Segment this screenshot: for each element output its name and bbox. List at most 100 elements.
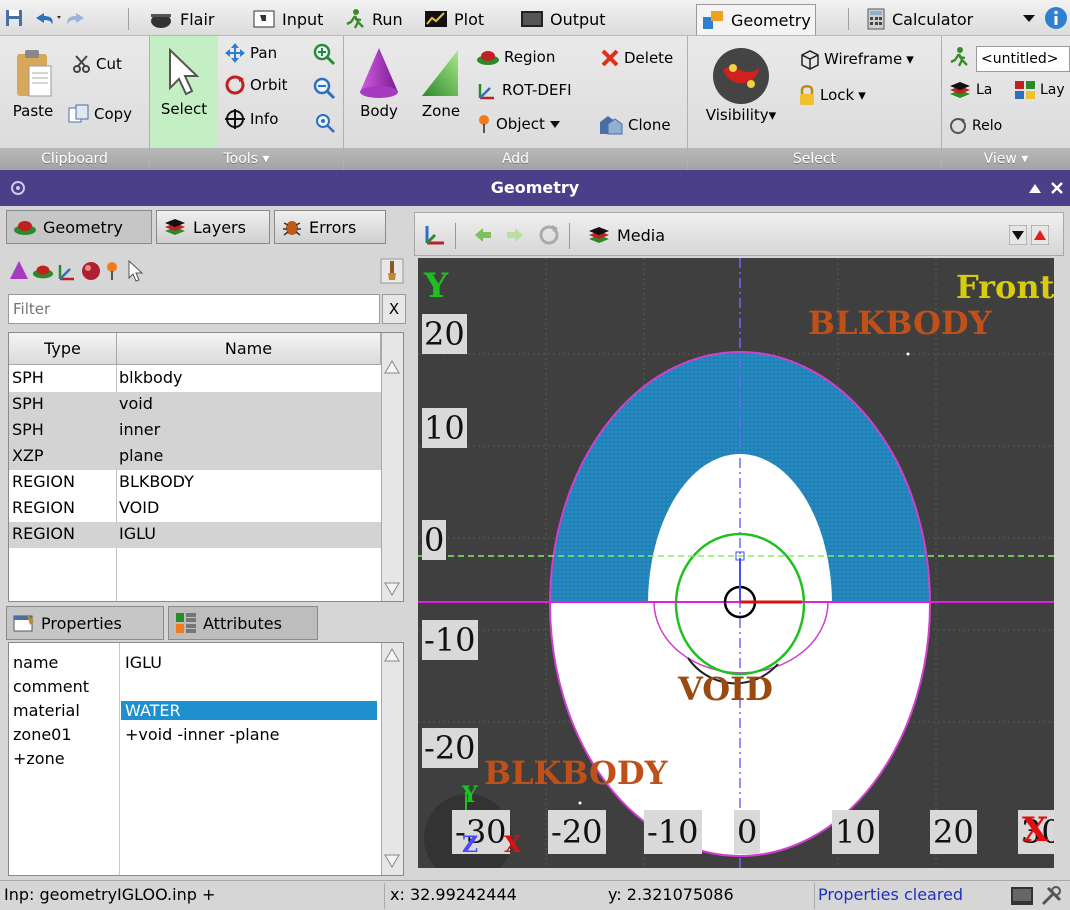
- undo-button[interactable]: [30, 6, 64, 30]
- properties-scrollbar[interactable]: [381, 643, 403, 875]
- info-button[interactable]: Info: [224, 108, 278, 130]
- paste-button[interactable]: Paste: [4, 46, 62, 120]
- tab-attributes[interactable]: Attributes: [168, 606, 318, 640]
- visibility-dropdown[interactable]: Visibility▾: [696, 46, 786, 124]
- body-filter-icon[interactable]: [8, 260, 30, 282]
- arrow-left-icon[interactable]: [473, 225, 493, 245]
- table-row[interactable]: XZP plane: [9, 444, 381, 470]
- untitled-combo[interactable]: <untitled>: [976, 46, 1070, 72]
- property-row[interactable]: comment: [13, 677, 383, 701]
- save-button[interactable]: [4, 6, 24, 30]
- property-value[interactable]: WATER: [121, 701, 377, 720]
- table-row[interactable]: REGION IGLU: [9, 522, 381, 548]
- point-marker: [906, 352, 910, 356]
- tab-plot[interactable]: Plot: [420, 5, 488, 33]
- scroll-up-icon[interactable]: [384, 647, 400, 663]
- layer-colors-button[interactable]: Lay: [1014, 80, 1065, 100]
- zoom-out-button[interactable]: [312, 76, 336, 100]
- y-tick-label: -10: [422, 620, 478, 660]
- filter-clear-button[interactable]: X: [382, 294, 406, 324]
- arrow-right-icon[interactable]: [505, 225, 525, 245]
- rotation-axes-icon[interactable]: [56, 260, 78, 282]
- table-scrollbar[interactable]: [381, 333, 403, 601]
- region-button[interactable]: Region: [476, 48, 555, 66]
- property-row[interactable]: +zone: [13, 749, 383, 773]
- lock-dropdown[interactable]: Lock ▾: [798, 84, 866, 106]
- scroll-up-icon[interactable]: [384, 359, 400, 375]
- wireframe-dropdown[interactable]: Wireframe ▾: [798, 48, 914, 70]
- tools-menu[interactable]: Tools ▾: [150, 148, 343, 170]
- ribbon-menu-dropdown[interactable]: [1022, 6, 1036, 30]
- clone-button[interactable]: Clone: [598, 114, 671, 136]
- column-header-type[interactable]: Type: [9, 333, 117, 365]
- layer-selector[interactable]: Media: [587, 221, 1027, 249]
- object-pin-icon[interactable]: [104, 260, 120, 282]
- region-filter-icon[interactable]: [32, 260, 54, 282]
- pan-button[interactable]: Pan: [224, 42, 277, 64]
- properties-panel: name IGLU comment material WATER zone01 +vo…: [8, 642, 404, 876]
- chevron-down-icon[interactable]: [1009, 225, 1027, 245]
- viewport-panel: Media Y Front BLKBODY VOID BLKBODY 20 10…: [414, 212, 1064, 877]
- tab-errors[interactable]: Errors: [274, 210, 386, 244]
- select-button[interactable]: Select: [150, 36, 218, 148]
- view-menu[interactable]: View ▾: [942, 148, 1070, 170]
- table-row[interactable]: SPH void: [9, 392, 381, 418]
- column-header-name[interactable]: Name: [117, 333, 381, 365]
- geometry-table: Type Name SPH blkbody SPH void SPH inner XZ…: [8, 332, 404, 602]
- delete-button[interactable]: Delete: [600, 48, 673, 68]
- help-button[interactable]: [1044, 6, 1068, 30]
- sphere-filter-icon[interactable]: [80, 260, 102, 282]
- scroll-down-icon[interactable]: [384, 581, 400, 597]
- cut-button[interactable]: Cut: [72, 54, 122, 74]
- tab-properties[interactable]: Properties: [6, 606, 164, 640]
- zoom-fit-button[interactable]: [314, 112, 336, 134]
- refresh-icon[interactable]: [537, 223, 561, 247]
- zoom-in-button[interactable]: [312, 42, 336, 66]
- tab-geometry-list[interactable]: Geometry: [6, 210, 152, 244]
- tab-input[interactable]: Input: [248, 5, 327, 33]
- lock-label: Lock: [820, 86, 855, 104]
- tab-calculator[interactable]: Calculator: [862, 5, 977, 33]
- table-row[interactable]: REGION VOID: [9, 496, 381, 522]
- table-row[interactable]: SPH inner: [9, 418, 381, 444]
- cut-label: Cut: [96, 55, 122, 73]
- orbit-button[interactable]: Orbit: [224, 74, 288, 96]
- tools-wrench-icon[interactable]: [1040, 885, 1066, 907]
- run-view-button[interactable]: [948, 46, 970, 68]
- rot-defi-button[interactable]: ROT-DEFI: [476, 80, 572, 100]
- projection-axes-icon[interactable]: [423, 223, 447, 247]
- property-row[interactable]: name IGLU: [13, 653, 383, 677]
- maximize-icon[interactable]: [1028, 182, 1042, 194]
- redo-button[interactable]: [66, 6, 90, 30]
- layers-stack-icon: [165, 219, 185, 235]
- cursor-arrow-icon[interactable]: [126, 260, 144, 282]
- zoom-in-icon: [313, 43, 336, 66]
- tab-run[interactable]: Run: [340, 5, 407, 33]
- property-row[interactable]: material WATER: [13, 701, 383, 725]
- filter-input[interactable]: [8, 294, 380, 324]
- object-dropdown[interactable]: Object: [476, 114, 561, 134]
- view-name-label: Front: [956, 268, 1054, 306]
- brush-icon[interactable]: [380, 258, 404, 284]
- reload-button[interactable]: Relo: [948, 116, 1002, 136]
- collapse-up-icon[interactable]: [1031, 225, 1049, 245]
- scroll-down-icon[interactable]: [384, 853, 400, 869]
- close-icon[interactable]: [1050, 181, 1064, 195]
- zone-button[interactable]: Zone: [412, 46, 470, 120]
- column-divider: [119, 643, 120, 875]
- tab-flair[interactable]: Flair: [144, 5, 218, 33]
- table-row[interactable]: REGION BLKBODY: [9, 470, 381, 496]
- tab-layers[interactable]: Layers: [156, 210, 270, 244]
- property-row[interactable]: zone01 +void -inner -plane: [13, 725, 383, 749]
- geometry-viewport[interactable]: Y Front BLKBODY VOID BLKBODY 20 10 0 -10…: [418, 258, 1054, 868]
- copy-button[interactable]: Copy: [68, 104, 132, 124]
- terminal-icon[interactable]: [1010, 885, 1034, 907]
- x-tick-label: -30: [452, 810, 510, 854]
- wireframe-label: Wireframe: [824, 50, 903, 68]
- body-button[interactable]: Body: [348, 46, 410, 120]
- layers-button[interactable]: La: [948, 80, 992, 100]
- tab-output[interactable]: Output: [516, 5, 610, 33]
- tab-geometry[interactable]: Geometry: [696, 4, 816, 35]
- table-row[interactable]: SPH blkbody: [9, 366, 381, 392]
- clipboard-group: Paste Cut Copy Clipboard: [0, 36, 150, 170]
